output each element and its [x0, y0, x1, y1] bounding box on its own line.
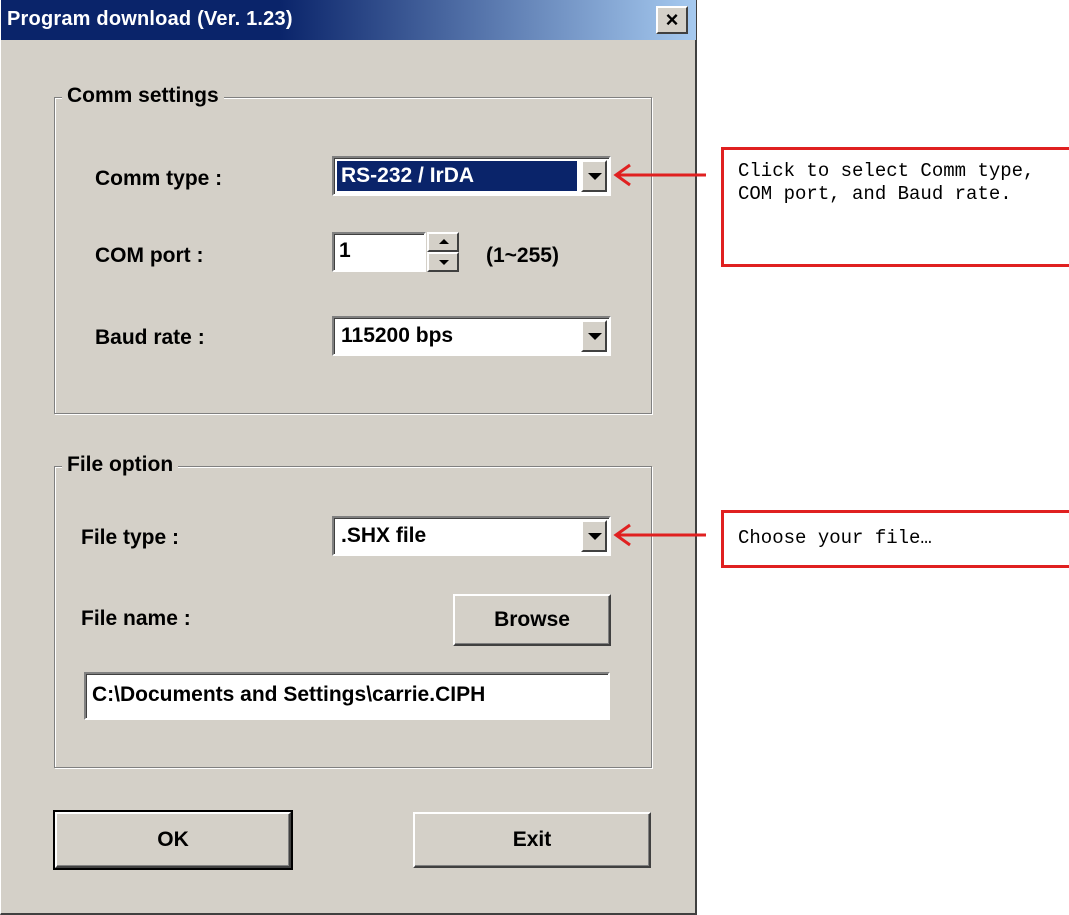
- annotation-arrow-comm: [613, 163, 706, 187]
- chevron-down-icon: [588, 173, 602, 180]
- baud-rate-value: 115200 bps: [341, 324, 454, 347]
- file-option-legend: File option: [62, 453, 179, 477]
- com-port-label: COM port :: [95, 244, 204, 267]
- comm-type-value: RS-232 / IrDA: [337, 161, 577, 191]
- file-type-dropdown-button[interactable]: [581, 520, 607, 552]
- window-title: Program download (Ver. 1.23): [7, 8, 293, 30]
- browse-button[interactable]: Browse: [453, 594, 611, 646]
- file-path-input[interactable]: C:\Documents and Settings\carrie.CIPH: [84, 672, 610, 720]
- com-port-value: 1: [339, 239, 351, 262]
- comm-type-label: Comm type :: [95, 167, 223, 190]
- file-type-combo[interactable]: .SHX file: [332, 516, 611, 556]
- annotation-file-note: Choose your file…: [721, 510, 1069, 568]
- exit-button[interactable]: Exit: [413, 812, 651, 868]
- comm-settings-legend: Comm settings: [62, 84, 224, 108]
- chevron-down-icon: [588, 533, 602, 540]
- comm-type-combo[interactable]: RS-232 / IrDA: [332, 156, 611, 196]
- file-type-label: File type :: [81, 526, 180, 549]
- baud-rate-label: Baud rate :: [95, 326, 205, 349]
- spin-up-button[interactable]: [427, 232, 459, 252]
- comm-type-dropdown-button[interactable]: [581, 160, 607, 192]
- baud-rate-dropdown-button[interactable]: [581, 320, 607, 352]
- arrow-down-icon: [439, 260, 449, 265]
- annotation-comm-note: Click to select Comm type, COM port, and…: [721, 147, 1069, 267]
- annotation-arrow-file: [613, 523, 706, 547]
- program-download-dialog: Program download (Ver. 1.23) × Comm sett…: [0, 0, 697, 915]
- com-port-input[interactable]: 1: [332, 232, 426, 272]
- com-port-range: (1~255): [486, 244, 559, 267]
- spin-down-button[interactable]: [427, 252, 459, 272]
- title-bar[interactable]: Program download (Ver. 1.23) ×: [1, 0, 696, 40]
- file-name-label: File name :: [81, 607, 191, 630]
- arrow-up-icon: [439, 239, 449, 244]
- file-path-value: C:\Documents and Settings\carrie.CIPH: [92, 683, 486, 706]
- baud-rate-combo[interactable]: 115200 bps: [332, 316, 611, 356]
- file-type-value: .SHX file: [341, 524, 427, 547]
- chevron-down-icon: [588, 333, 602, 340]
- com-port-spinner[interactable]: [427, 232, 459, 272]
- close-button[interactable]: ×: [656, 6, 688, 34]
- close-icon: ×: [665, 7, 679, 32]
- ok-button[interactable]: OK: [53, 810, 293, 870]
